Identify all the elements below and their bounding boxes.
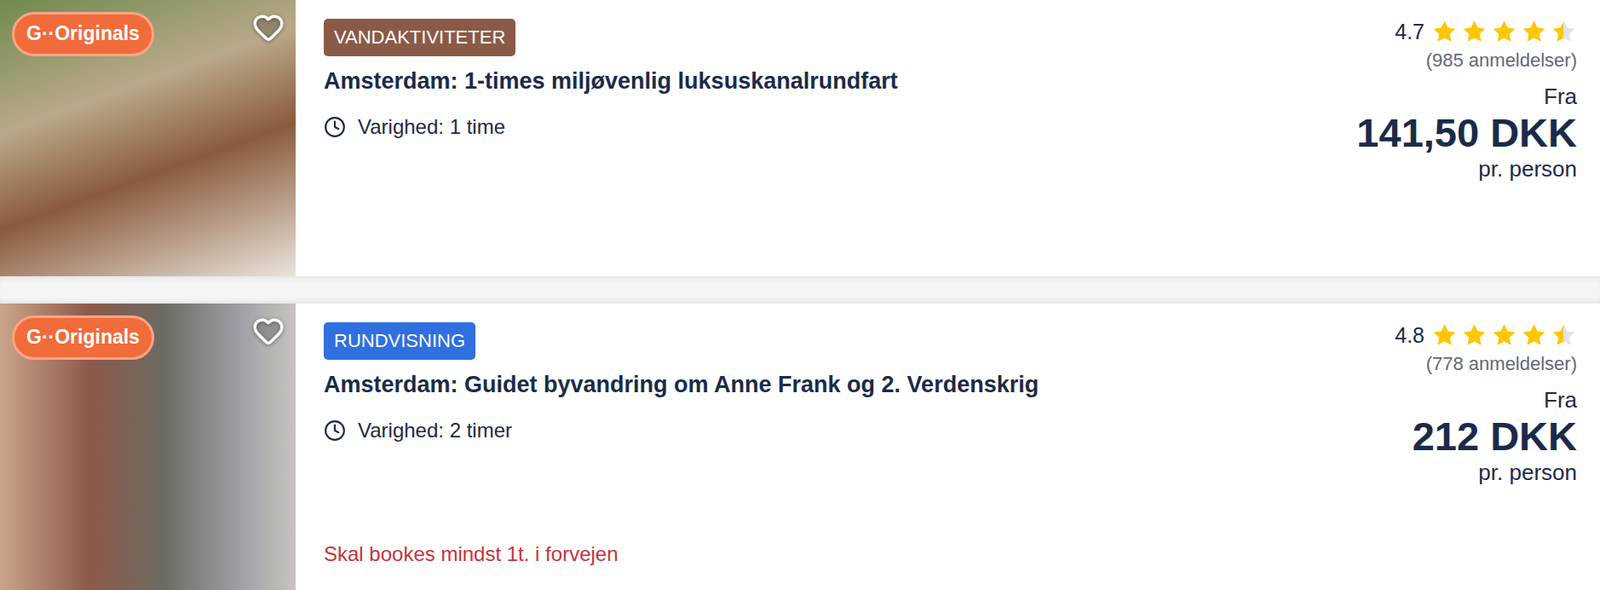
activity-photo[interactable]: G··Originals xyxy=(0,0,296,277)
duration: Varighed: 2 timer xyxy=(323,418,513,443)
duration-text: Varighed: 2 timer xyxy=(357,418,513,443)
activity-card[interactable]: G··Originals VANDAKTIVITETER Amsterdam: 1-… xyxy=(0,0,1600,277)
star-icon xyxy=(1461,18,1488,45)
price-column: 4.8(778 anmeldelser) Fra212 DKKpr. person xyxy=(1394,322,1577,566)
favorite-button[interactable] xyxy=(249,311,288,350)
activity-card[interactable]: G··Originals RUNDVISNING Amsterdam: Guidet… xyxy=(0,303,1600,590)
price-column: 4.7(985 anmeldelser) Fra141,50 DKKpr. per… xyxy=(1356,18,1577,253)
star-icon xyxy=(1490,322,1518,348)
star-rating xyxy=(1431,18,1577,45)
duration: Varighed: 1 time xyxy=(323,115,506,139)
card-main: RUNDVISNING Amsterdam: Guidet byvandring … xyxy=(323,322,1375,566)
rating: 4.8 xyxy=(1394,322,1577,348)
heart-icon xyxy=(252,11,285,44)
originals-badge: G··Originals xyxy=(11,315,155,360)
clock-icon xyxy=(323,419,346,442)
clock-icon xyxy=(323,115,346,139)
category-tag: VANDAKTIVITETER xyxy=(323,18,516,57)
favorite-button[interactable] xyxy=(249,8,288,47)
price-prefix: Fra xyxy=(1543,83,1577,110)
star-rating xyxy=(1431,322,1577,348)
star-icon xyxy=(1490,18,1518,45)
rating: 4.7 xyxy=(1394,18,1577,45)
booking-notice: Skal bookes mindst 1t. i forvejen xyxy=(323,531,619,566)
activity-photo[interactable]: G··Originals xyxy=(0,303,296,590)
results-list: G··Originals VANDAKTIVITETER Amsterdam: 1-… xyxy=(0,0,1600,590)
rating-value: 4.8 xyxy=(1394,322,1425,348)
card-main: VANDAKTIVITETER Amsterdam: 1-times miljøv… xyxy=(323,18,1336,253)
price-suffix: pr. person xyxy=(1478,155,1577,183)
duration-text: Varighed: 1 time xyxy=(357,115,506,139)
card-content: RUNDVISNING Amsterdam: Guidet byvandring … xyxy=(295,303,1600,590)
card-separator xyxy=(0,276,1600,304)
price: 141,50 DKK xyxy=(1356,109,1577,156)
star-icon xyxy=(1461,322,1488,348)
rating-value: 4.7 xyxy=(1394,19,1425,45)
star-icon xyxy=(1431,322,1458,348)
review-count[interactable]: (985 anmeldelser) xyxy=(1426,49,1577,72)
activity-title[interactable]: Amsterdam: 1-times miljøvenlig luksuskan… xyxy=(323,66,898,97)
star-icon xyxy=(1550,18,1577,45)
star-icon xyxy=(1520,322,1548,348)
price: 212 DKK xyxy=(1412,413,1577,460)
star-icon xyxy=(1520,18,1548,45)
activity-title[interactable]: Amsterdam: Guidet byvandring om Anne Fra… xyxy=(323,369,1039,400)
price-suffix: pr. person xyxy=(1478,459,1577,486)
heart-icon xyxy=(252,314,285,347)
star-icon xyxy=(1550,322,1577,348)
category-tag: RUNDVISNING xyxy=(323,322,476,360)
star-icon xyxy=(1431,18,1458,45)
originals-badge: G··Originals xyxy=(11,11,155,57)
price-prefix: Fra xyxy=(1543,386,1577,414)
review-count[interactable]: (778 anmeldelser) xyxy=(1426,352,1577,375)
card-content: VANDAKTIVITETER Amsterdam: 1-times miljøv… xyxy=(295,0,1600,277)
